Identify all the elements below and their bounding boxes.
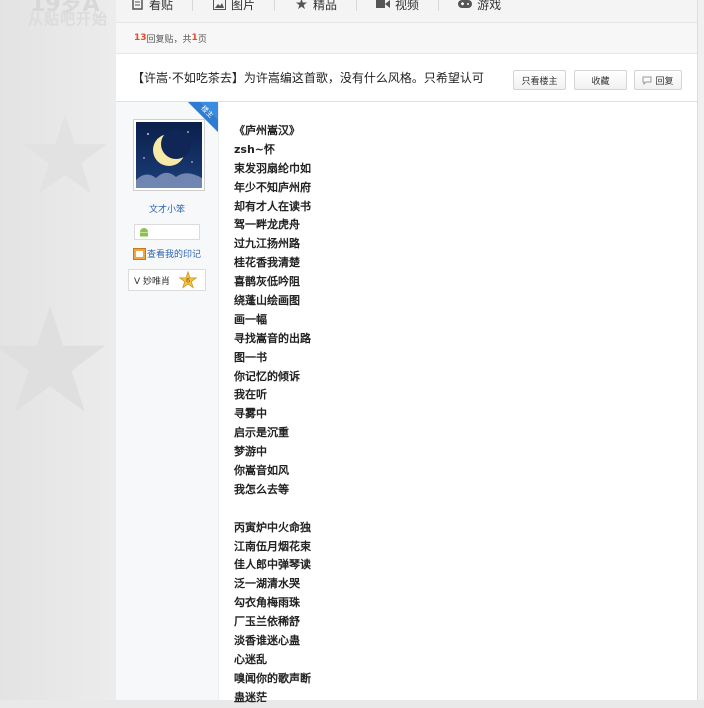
post-line: 桂花香我清楚 bbox=[234, 256, 300, 270]
post-line: 厂玉兰依稀舒 bbox=[234, 615, 300, 629]
post-line: 年少不知庐州府 bbox=[234, 180, 311, 194]
thread-title: 【许嵩·不如吃茶去】为许嵩编这首歌，没有什么风格。只希望认可 bbox=[132, 71, 484, 85]
view-marks-link[interactable]: 查看我的印记 bbox=[133, 247, 201, 260]
post-line: 淡香谁迷心蛊 bbox=[234, 634, 300, 648]
post-line: 喜鹊灰低吟阻 bbox=[234, 275, 300, 289]
badge-text: V 妙唯肖 bbox=[134, 276, 171, 287]
book-icon bbox=[133, 247, 146, 260]
post-line: 你记忆的倾诉 bbox=[234, 369, 300, 383]
post-line: 过九江扬州路 bbox=[234, 237, 300, 251]
post-content: 《庐州嵩汉》 zsh~怀束发羽扇纶巾如 年少不知庐州府 却有才人在读书 驾一畔龙虎舟 过九… bbox=[234, 122, 311, 708]
post-line: 图一书 bbox=[234, 350, 267, 364]
only-op-button[interactable]: 只看楼主 bbox=[513, 70, 566, 90]
image-icon bbox=[212, 0, 226, 10]
thread-page: 看贴 图片 精品 视频 游戏 13 回复贴，共 1 页 【许嵩·不如吃茶去】为许… bbox=[116, 0, 697, 704]
background-slogan: 从贴吧开始 bbox=[28, 10, 109, 28]
tab-label: 图片 bbox=[231, 0, 256, 12]
tab-label: 精品 bbox=[313, 0, 338, 12]
op-tag: 楼主 bbox=[188, 102, 218, 132]
tab-images[interactable]: 图片 bbox=[212, 0, 276, 12]
background-star-icon bbox=[0, 306, 106, 412]
member-badge[interactable]: V 妙唯肖 6 bbox=[128, 269, 206, 291]
reply-bubble-icon bbox=[642, 76, 652, 85]
nav-tabs: 看贴 图片 精品 视频 游戏 bbox=[116, 0, 697, 23]
post-line: 《庐州嵩汉》 bbox=[234, 124, 300, 137]
tab-label: 视频 bbox=[395, 0, 420, 12]
tab-featured[interactable]: 精品 bbox=[294, 0, 358, 12]
reply-button[interactable]: 回复 bbox=[634, 70, 682, 90]
post-line: 江南伍月烟花束 bbox=[234, 539, 311, 553]
background-star-icon bbox=[23, 114, 107, 194]
tab-label: 看贴 bbox=[149, 0, 174, 12]
post-line: 你嵩音如风 bbox=[234, 464, 289, 478]
android-icon bbox=[140, 228, 148, 237]
post-line: 心迷乱 bbox=[234, 652, 267, 666]
reply-count: 13 bbox=[134, 33, 147, 43]
badge-level: 6 bbox=[186, 277, 190, 285]
reply-button-label: 回复 bbox=[655, 76, 674, 87]
post-line: 泛一湖清水哭 bbox=[234, 577, 300, 591]
post-line bbox=[234, 500, 311, 519]
left-background: 19岁A 从贴吧开始 bbox=[0, 0, 116, 700]
favorite-button[interactable]: 收藏 bbox=[574, 70, 627, 90]
thread-title-bar: 【许嵩·不如吃茶去】为许嵩编这首歌，没有什么风格。只希望认可 只看楼主 收藏 回… bbox=[116, 54, 697, 102]
post-line: 梦游中 bbox=[234, 445, 267, 459]
document-icon bbox=[130, 0, 144, 10]
post-line: 蛊迷茫 bbox=[234, 690, 267, 704]
view-marks-label: 查看我的印记 bbox=[147, 250, 202, 260]
author-name[interactable]: 文才小笨 bbox=[116, 202, 218, 215]
post-line: 绕蓬山绘画图 bbox=[234, 294, 300, 308]
right-background bbox=[697, 0, 704, 700]
post-line: 启示是沉重 bbox=[234, 426, 289, 440]
tab-videos[interactable]: 视频 bbox=[376, 0, 440, 12]
post-line: 我在听 bbox=[234, 388, 267, 402]
tab-games[interactable]: 游戏 bbox=[458, 0, 520, 12]
post-line: 寻雾中 bbox=[234, 407, 267, 421]
post-line: 驾一畔龙虎舟 bbox=[234, 218, 300, 232]
post-line: 画一幅 bbox=[234, 312, 267, 326]
post-line: 丙寅炉中火命独 bbox=[234, 520, 311, 534]
reply-text: 回复贴，共 bbox=[146, 34, 192, 45]
reply-stats: 13 回复贴，共 1 页 bbox=[116, 23, 697, 54]
post-line: 束发羽扇纶巾如 bbox=[234, 161, 311, 175]
gamepad-icon bbox=[458, 0, 473, 10]
star-icon bbox=[294, 0, 308, 10]
post-line: 佳人郎中弹琴读 bbox=[234, 558, 311, 572]
post-line: 寻找嵩音的出路 bbox=[234, 331, 311, 345]
level-badge bbox=[134, 224, 200, 240]
post-line: zsh~怀 bbox=[234, 142, 275, 156]
tab-view-posts[interactable]: 看贴 bbox=[130, 0, 194, 12]
tab-label: 游戏 bbox=[477, 0, 502, 12]
page-text: 页 bbox=[197, 34, 207, 45]
post-line: 嗅闻你的歌声断 bbox=[234, 671, 311, 685]
level-star-icon: 6 bbox=[178, 271, 198, 289]
post-line: 勾衣角梅雨珠 bbox=[234, 596, 300, 610]
video-icon bbox=[376, 0, 391, 10]
author-panel: 文才小笨 查看我的印记 V 妙唯肖 6 bbox=[116, 102, 219, 700]
post-line: 我怎么去等 bbox=[234, 482, 289, 496]
post-line: 却有才人在读书 bbox=[234, 199, 311, 213]
